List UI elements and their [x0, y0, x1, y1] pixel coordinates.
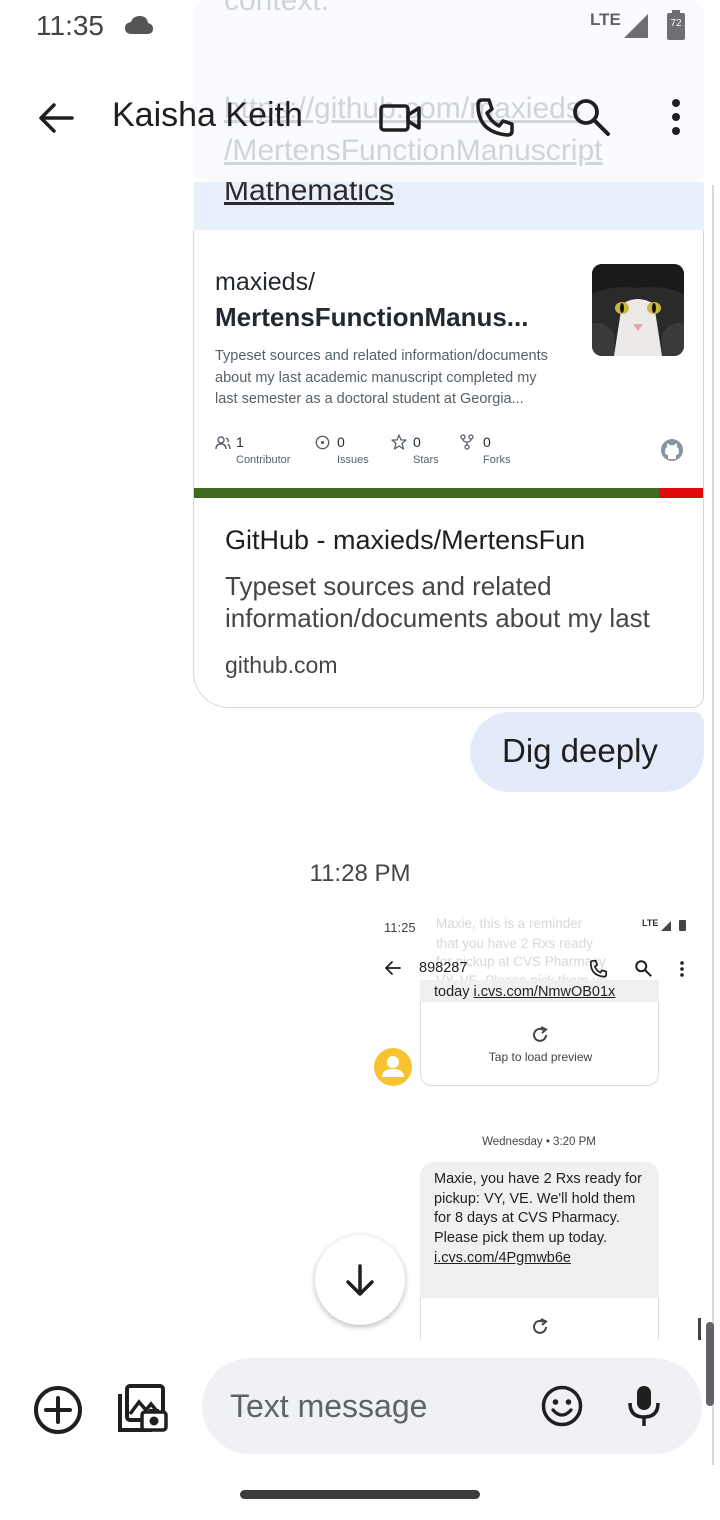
- signal-icon: [661, 921, 671, 931]
- screenshot-message-bubble: Maxie, you have 2 Rxs ready for pickup: …: [420, 1162, 659, 1298]
- reload-icon: [533, 1318, 548, 1334]
- repo-description: Typeset sources and related information/…: [215, 348, 548, 407]
- link-preview-domain: github.com: [225, 652, 338, 678]
- stat-value: 0: [413, 434, 421, 450]
- star-icon: [391, 434, 407, 450]
- search-icon: [635, 960, 652, 977]
- repo-owner: maxieds/: [215, 268, 316, 296]
- compose-field-container[interactable]: [202, 1358, 702, 1454]
- stat-label: Contributor: [236, 454, 291, 466]
- reload-icon: [533, 1026, 548, 1042]
- microphone-icon[interactable]: [624, 1384, 664, 1428]
- back-arrow-icon: [385, 961, 401, 975]
- cloud-icon: [125, 16, 153, 34]
- tap-to-load-label: Tap to load preview: [488, 1050, 593, 1064]
- gesture-navigation-bar[interactable]: [240, 1490, 480, 1499]
- ghost-link: /MertensFunctionManuscript: [224, 134, 603, 167]
- stat-value: 1: [236, 434, 244, 450]
- add-attachment-icon[interactable]: [32, 1384, 84, 1436]
- gallery-camera-icon[interactable]: [116, 1382, 168, 1434]
- more-options-icon[interactable]: [660, 96, 692, 138]
- back-arrow-icon[interactable]: [36, 98, 76, 138]
- github-icon: [661, 439, 683, 461]
- video-call-icon[interactable]: [378, 98, 422, 138]
- scrollbar-thumb[interactable]: [706, 1322, 714, 1406]
- screenshot-preview-card: Tap to load preview: [420, 1002, 659, 1086]
- screenshot-message-link: i.cvs.com/NmwOB01x: [473, 984, 616, 1000]
- language-bar: [194, 488, 703, 498]
- issue-icon: [315, 435, 330, 450]
- message-text: Dig deeply: [502, 732, 658, 769]
- screenshot-message-text: today i.cvs.com/NmwOB01x: [434, 984, 616, 1000]
- people-icon: [215, 436, 231, 450]
- status-time: 11:35: [36, 10, 104, 41]
- arrow-down-icon: [346, 1264, 374, 1296]
- stat-value: 0: [483, 434, 491, 450]
- fork-icon: [460, 434, 474, 450]
- scroll-to-bottom-button[interactable]: [315, 1235, 405, 1325]
- image-attachment[interactable]: Maxie, this is a reminder that you have …: [374, 912, 700, 1340]
- screenshot-message-link: i.cvs.com/4Pgmwb6e: [434, 1249, 571, 1266]
- outgoing-message-bubble[interactable]: Dig deeply: [470, 712, 704, 792]
- link-preview-title[interactable]: GitHub - maxieds/MertensFun: [225, 525, 585, 556]
- screenshot-message-text: Maxie, you have 2 Rxs ready for pickup: …: [434, 1171, 642, 1266]
- stat-label: Forks: [483, 454, 511, 466]
- phone-call-icon: [589, 959, 608, 978]
- emoji-icon[interactable]: [540, 1384, 584, 1428]
- date-divider: Wednesday • 3:20 PM: [482, 1136, 596, 1148]
- scrollbar-track: [712, 185, 714, 1465]
- stat-value: 0: [337, 434, 345, 450]
- stat-label: Issues: [337, 454, 369, 466]
- conversation-area[interactable]: Mathematics maxieds/ MertensFunctionManu…: [0, 182, 720, 1340]
- battery-icon: [679, 920, 686, 931]
- search-icon[interactable]: [570, 96, 612, 138]
- message-bubble[interactable]: Mathematics: [194, 182, 704, 230]
- scrollbar-marker: [698, 1318, 701, 1340]
- ghost-text: that you have 2 Rxs ready: [436, 936, 593, 951]
- message-link-text[interactable]: Mathematics: [224, 182, 394, 208]
- more-options-icon: [680, 961, 684, 977]
- message-timestamp: 11:28 PM: [309, 860, 411, 887]
- avatar: [374, 1048, 412, 1086]
- phone-call-icon[interactable]: [474, 96, 516, 138]
- screenshot-network-label: LTE: [642, 918, 659, 928]
- screenshot-contact-name: 898287: [419, 960, 468, 976]
- link-preview-image: maxieds/ MertensFunctionManus... Typeset…: [194, 230, 703, 500]
- repo-owner-avatar: [592, 264, 684, 356]
- person-icon: [382, 1056, 404, 1077]
- ghost-text: Maxie, this is a reminder: [436, 916, 583, 931]
- screenshot-preview-card: [420, 1298, 659, 1340]
- contact-name[interactable]: Kaisha Keith: [112, 96, 303, 135]
- stat-label: Stars: [413, 454, 439, 466]
- screenshot-status-time: 11:25: [384, 920, 416, 935]
- screenshot-message-bubble: today i.cvs.com/NmwOB01x: [420, 980, 659, 1002]
- ghost-text: context.: [224, 0, 330, 17]
- repo-name: MertensFunctionManus...: [215, 302, 529, 332]
- message-input[interactable]: [230, 1384, 530, 1428]
- link-preview-description: Typeset sources and related information/…: [225, 571, 650, 633]
- link-preview-card[interactable]: maxieds/ MertensFunctionManus... Typeset…: [193, 230, 704, 708]
